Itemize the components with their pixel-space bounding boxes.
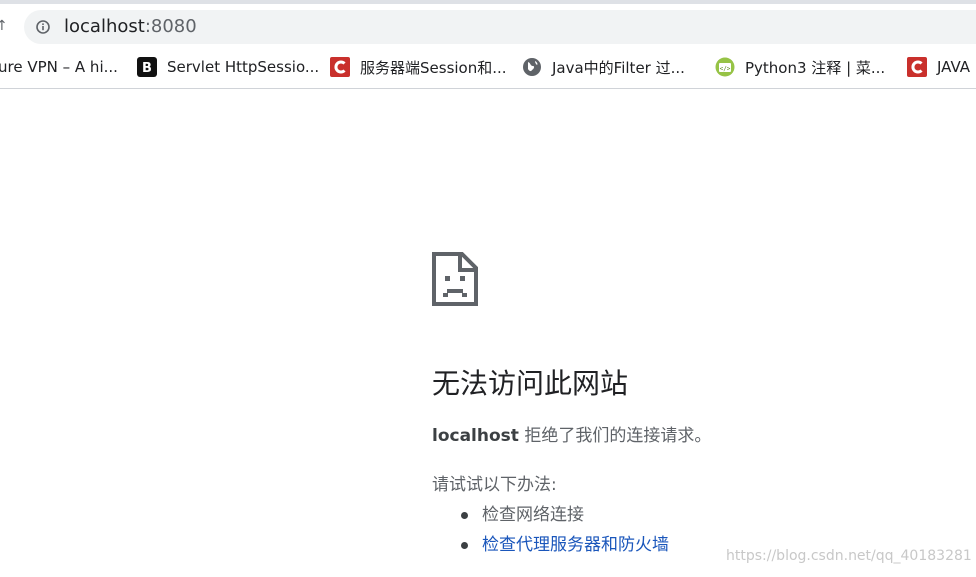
csdn-c-icon <box>330 57 350 77</box>
bookmark-item[interactable]: ure VPN – A hi... <box>0 46 118 88</box>
suggestion-check-network: 检查网络连接 <box>432 502 669 532</box>
bookmark-item[interactable]: B Servlet HttpSessio... <box>137 46 319 88</box>
error-message: 拒绝了我们的连接请求。 <box>518 426 712 446</box>
bookmark-label: Python3 注释 | 菜... <box>745 58 886 77</box>
address-bar[interactable]: localhost:8080 <box>24 10 976 44</box>
bookmark-label: 服务器端Session和... <box>360 58 507 77</box>
bullet <box>461 542 468 549</box>
bookmark-item[interactable]: Java中的Filter 过... <box>522 46 685 88</box>
suggestion-text: 检查网络连接 <box>482 505 584 525</box>
back-arrow-icon[interactable]: ↑ <box>0 18 8 34</box>
bookmark-item[interactable]: 服务器端Session和... <box>330 46 507 88</box>
svg-text:</>: </> <box>720 66 731 73</box>
bullet <box>461 512 468 519</box>
suggestions-list: 检查网络连接 检查代理服务器和防火墙 <box>432 502 669 562</box>
bookmark-label: Java中的Filter 过... <box>552 58 685 77</box>
url-text[interactable]: localhost:8080 <box>64 16 197 38</box>
bookmark-item[interactable]: </> Python3 注释 | 菜... <box>715 46 885 88</box>
error-description: localhost 拒绝了我们的连接请求。 <box>432 424 711 448</box>
bookmark-label: JAVA <box>937 58 971 76</box>
url-host: localhost <box>64 16 145 37</box>
bookmark-item[interactable]: JAVA <box>907 46 970 88</box>
bookmarks-bar: ure VPN – A hi... B Servlet HttpSessio..… <box>0 46 976 89</box>
runoob-code-icon: </> <box>715 57 735 77</box>
watermark: https://blog.csdn.net/qq_40183281 <box>726 548 972 564</box>
info-icon[interactable] <box>36 20 50 34</box>
suggestions-heading: 请试试以下办法: <box>432 475 557 495</box>
suggestion-check-proxy-firewall-link[interactable]: 检查代理服务器和防火墙 <box>432 532 669 562</box>
bookmark-label: ure VPN – A hi... <box>0 58 118 76</box>
error-host: localhost <box>432 426 519 446</box>
error-title: 无法访问此网站 <box>432 367 629 400</box>
url-port: :8080 <box>144 16 197 37</box>
sad-document-icon <box>432 252 478 306</box>
suggestion-link-text[interactable]: 检查代理服务器和防火墙 <box>482 535 669 555</box>
svg-text:B: B <box>142 61 152 76</box>
csdn-c-icon <box>907 57 927 77</box>
browser-toolbar: ↑ localhost:8080 <box>0 4 976 46</box>
b-square-icon: B <box>137 57 157 77</box>
bookmark-label: Servlet HttpSessio... <box>167 58 320 76</box>
globe-icon <box>523 58 541 76</box>
